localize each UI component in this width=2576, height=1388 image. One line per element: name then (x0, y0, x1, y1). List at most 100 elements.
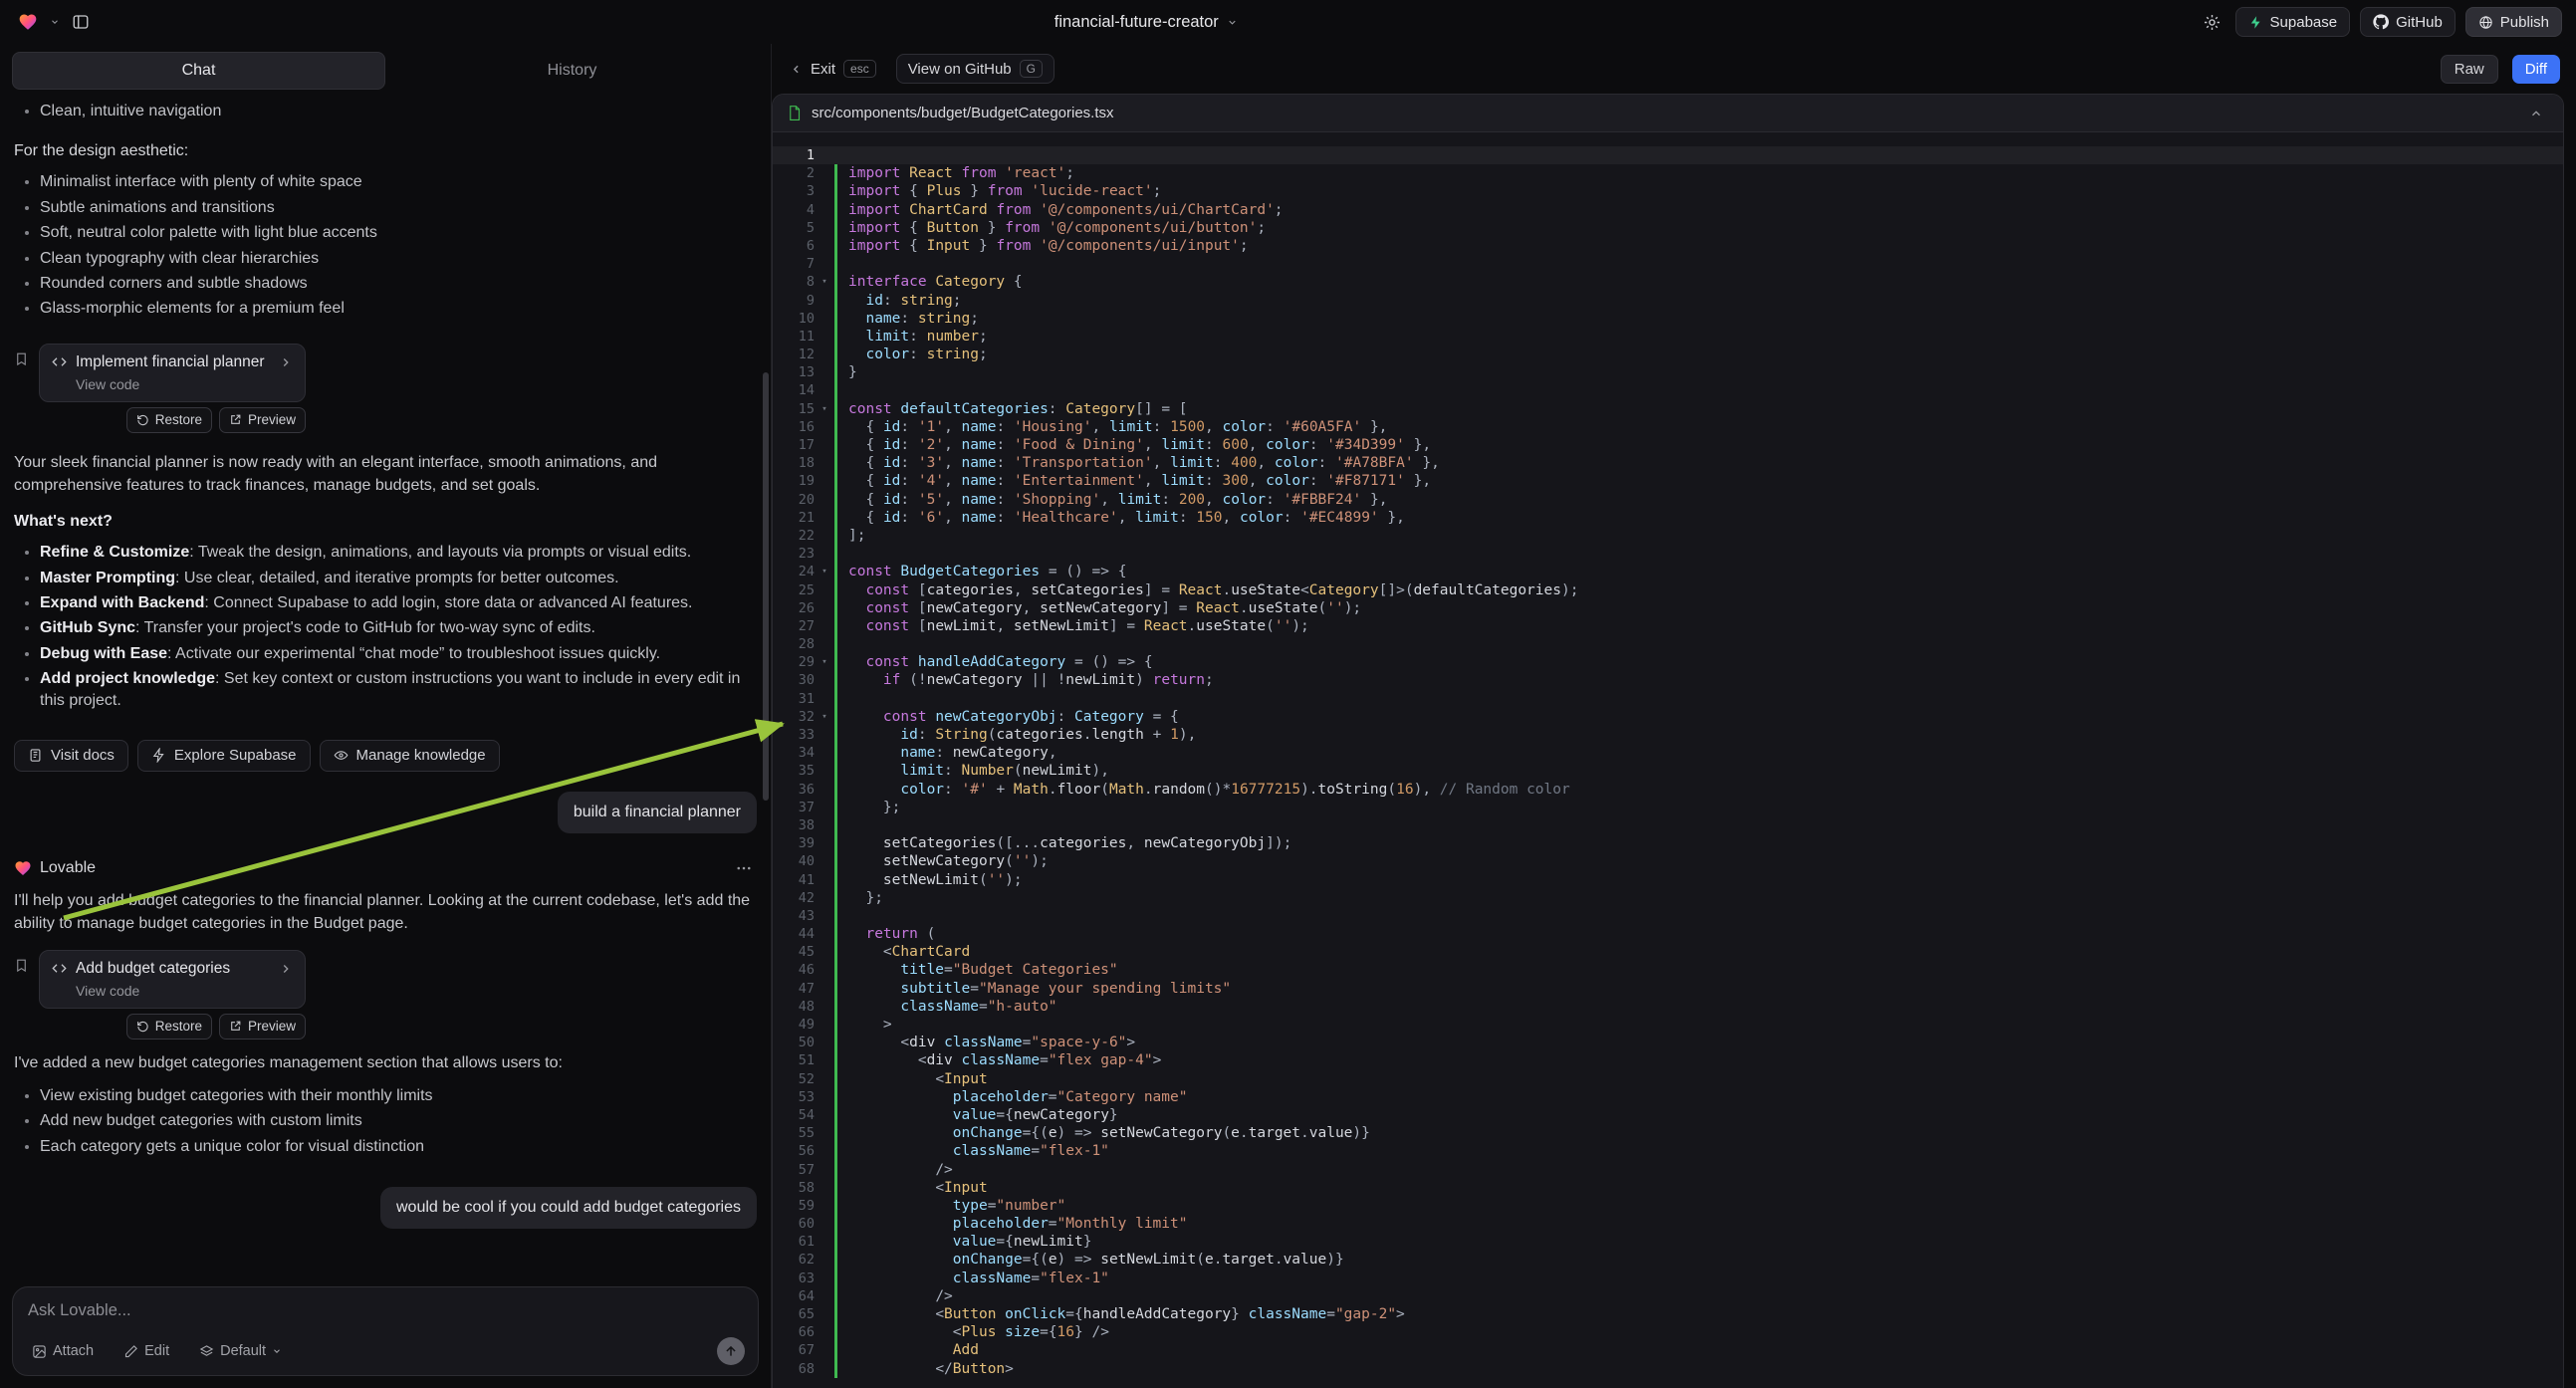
view-on-github-button[interactable]: View on GitHub G (896, 54, 1054, 84)
whats-next-heading: What's next? (14, 513, 757, 531)
gear-icon (2203, 13, 2222, 32)
message-menu-button[interactable] (731, 855, 757, 881)
file-header[interactable]: src/components/budget/BudgetCategories.t… (773, 95, 2563, 132)
line-number: 9 (773, 292, 815, 310)
supabase-button[interactable]: Supabase (2235, 7, 2351, 37)
bookmark-icon[interactable] (14, 351, 29, 366)
publish-label: Publish (2500, 14, 2549, 31)
tool-card-add-budget-categories[interactable]: Add budget categories View code (39, 950, 306, 1009)
code-line: 21 { id: '6', name: 'Healthcare', limit:… (773, 509, 2563, 527)
code-line: 45 <ChartCard (773, 943, 2563, 961)
list-item: Debug with Ease: Activate our experiment… (40, 643, 757, 665)
restore-button[interactable]: Restore (126, 1014, 212, 1040)
line-number: 45 (773, 943, 815, 961)
code-text: import React from 'react'; (848, 164, 1074, 182)
exit-button[interactable]: Exit esc (784, 59, 882, 79)
diff-added-marker (834, 201, 837, 219)
edit-button[interactable]: Edit (117, 1342, 175, 1360)
tool-card-implement-financial-planner[interactable]: Implement financial planner View code (39, 344, 306, 402)
restore-icon (136, 1020, 149, 1033)
send-button[interactable] (717, 1337, 745, 1365)
exit-label: Exit (811, 61, 835, 78)
scrollbar-thumb[interactable] (763, 372, 769, 801)
preview-button[interactable]: Preview (219, 1014, 306, 1040)
line-number: 50 (773, 1034, 815, 1051)
code-line: 57 /> (773, 1161, 2563, 1179)
code-line: 8▾interface Category { (773, 273, 2563, 291)
code-text: <div className="space-y-6"> (848, 1034, 1135, 1051)
settings-button[interactable] (2199, 9, 2225, 36)
fold-chevron-icon[interactable]: ▾ (815, 653, 834, 671)
fold-spacer (815, 834, 834, 852)
fold-spacer (815, 617, 834, 635)
visit-docs-button[interactable]: Visit docs (14, 740, 128, 772)
docs-icon (28, 748, 43, 763)
code-text: value={newLimit} (848, 1233, 1091, 1251)
fold-spacer (815, 454, 834, 472)
line-number: 52 (773, 1070, 815, 1088)
line-number: 1 (773, 146, 815, 164)
sidebar-toggle-icon (72, 13, 90, 31)
code-line: 54 value={newCategory} (773, 1106, 2563, 1124)
view-code-link[interactable]: View code (76, 983, 293, 999)
fold-spacer (815, 998, 834, 1016)
code-line: 49 > (773, 1016, 2563, 1034)
fold-chevron-icon[interactable]: ▾ (815, 708, 834, 726)
code-text: import { Button } from '@/components/ui/… (848, 219, 1266, 237)
fold-chevron-icon[interactable]: ▾ (815, 400, 834, 418)
diff-added-marker (834, 454, 837, 472)
design-bullet-list: Minimalist interface with plenty of whit… (14, 168, 757, 323)
list-item: Clean, intuitive navigation (40, 101, 757, 122)
restore-label: Restore (155, 1019, 202, 1034)
line-number: 13 (773, 363, 815, 381)
code-editor[interactable]: 12import React from 'react';3import { Pl… (773, 132, 2563, 1388)
fold-spacer (815, 201, 834, 219)
attach-button[interactable]: Attach (26, 1342, 100, 1360)
diff-added-marker (834, 545, 837, 563)
manage-knowledge-button[interactable]: Manage knowledge (320, 740, 500, 772)
fold-spacer (815, 436, 834, 454)
tab-chat[interactable]: Chat (12, 52, 385, 90)
code-line: 12 color: string; (773, 346, 2563, 363)
diff-toggle-button[interactable]: Diff (2512, 55, 2560, 84)
project-name-dropdown[interactable]: financial-future-creator (1049, 12, 1244, 33)
code-line: 3import { Plus } from 'lucide-react'; (773, 182, 2563, 200)
ready-paragraph: Your sleek financial planner is now read… (14, 451, 757, 497)
code-icon (52, 354, 67, 369)
diff-added-marker (834, 834, 837, 852)
quick-actions-row: Visit docs Explore Supabase Manage knowl… (14, 740, 757, 772)
raw-toggle-button[interactable]: Raw (2441, 55, 2498, 84)
topbar: financial-future-creator Supabase GitHub (0, 0, 2576, 44)
code-text: className="h-auto" (848, 998, 1057, 1016)
layers-icon (199, 1344, 214, 1359)
lovable-logo[interactable] (14, 8, 42, 36)
code-line: 1 (773, 146, 2563, 164)
restore-button[interactable]: Restore (126, 407, 212, 433)
code-line: 15▾const defaultCategories: Category[] =… (773, 400, 2563, 418)
line-number: 40 (773, 852, 815, 870)
line-number: 15 (773, 400, 815, 418)
explore-supabase-button[interactable]: Explore Supabase (137, 740, 311, 772)
collapse-file-button[interactable] (2523, 106, 2549, 121)
preview-button[interactable]: Preview (219, 407, 306, 433)
line-number: 47 (773, 980, 815, 998)
bookmark-icon[interactable] (14, 958, 29, 973)
toggle-sidebar-button[interactable] (68, 9, 94, 35)
mode-selector[interactable]: Default (193, 1342, 288, 1360)
added-paragraph: I've added a new budget categories manag… (14, 1051, 757, 1074)
chat-input[interactable] (26, 1300, 745, 1321)
tab-history[interactable]: History (385, 52, 759, 90)
fold-chevron-icon[interactable]: ▾ (815, 563, 834, 580)
code-line: 29▾ const handleAddCategory = () => { (773, 653, 2563, 671)
diff-marker-empty (834, 146, 837, 164)
chevron-down-icon[interactable] (50, 17, 60, 27)
github-shortcut-badge: G (1020, 60, 1043, 78)
code-line: 28 (773, 635, 2563, 653)
view-code-link[interactable]: View code (76, 376, 293, 392)
supabase-label: Supabase (2270, 14, 2338, 31)
preview-label: Preview (248, 412, 296, 427)
fold-chevron-icon[interactable]: ▾ (815, 273, 834, 291)
publish-button[interactable]: Publish (2465, 7, 2562, 37)
github-button[interactable]: GitHub (2360, 7, 2456, 37)
line-number: 60 (773, 1215, 815, 1233)
